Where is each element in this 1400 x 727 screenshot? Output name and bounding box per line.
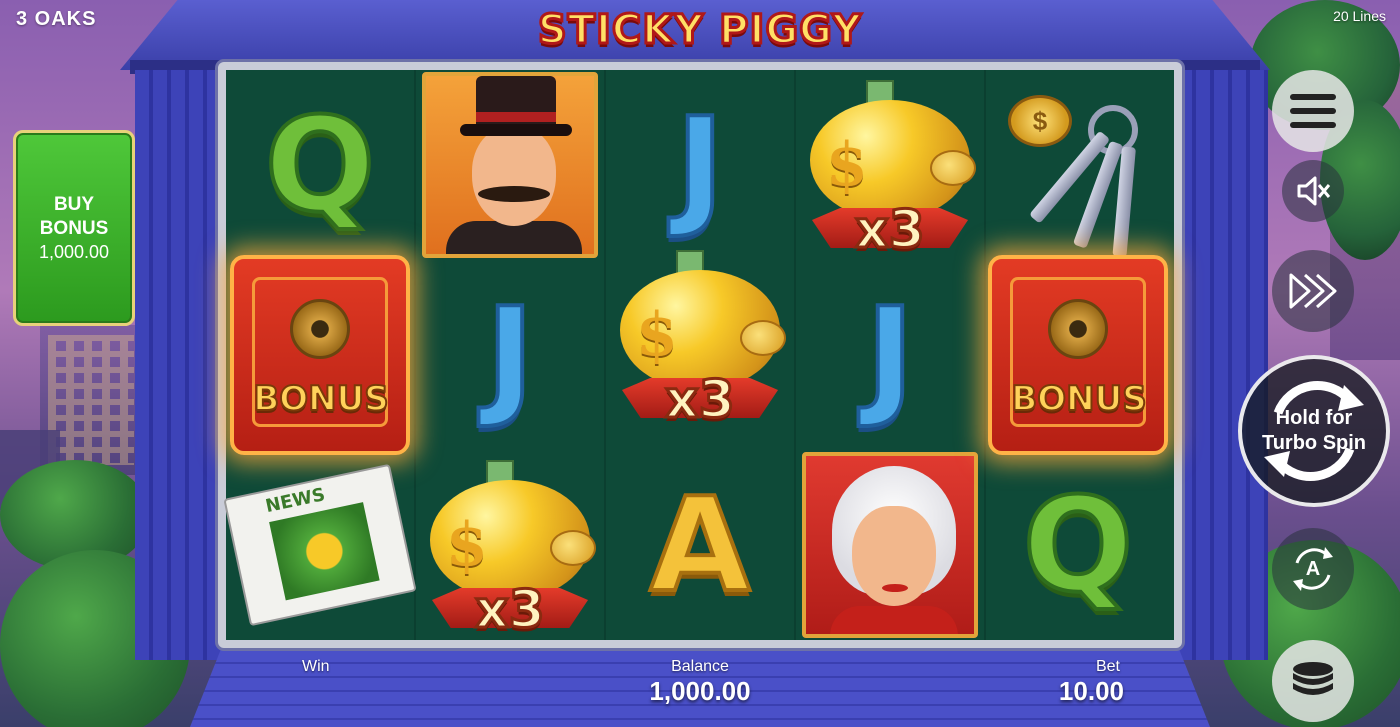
reel-3-row-2: $ x3 bbox=[606, 240, 794, 432]
reel-2-row-3: $ x3 bbox=[416, 450, 604, 642]
spin-label-line2: Turbo Spin bbox=[1261, 432, 1367, 454]
reel-1-row-2: BONUS bbox=[226, 255, 414, 455]
symbol-bonus-safe: BONUS bbox=[988, 255, 1168, 455]
reel-frame: Q BONUS NEWS J $ x3 J $ x3 A $ x3 J $ BO… bbox=[218, 62, 1182, 648]
buy-bonus-line2: BONUS bbox=[39, 217, 109, 239]
balance-label: Balance bbox=[671, 658, 729, 675]
safe-dial-icon bbox=[1048, 299, 1108, 359]
building-windows bbox=[48, 335, 134, 465]
symbol-j: J bbox=[674, 89, 726, 241]
bank-column-left bbox=[135, 70, 225, 660]
piggy-dollar-sign: $ bbox=[826, 130, 868, 200]
symbol-a: A bbox=[648, 469, 753, 621]
multiplier-badge: x3 bbox=[474, 579, 547, 642]
reel-4-row-2: J bbox=[796, 260, 984, 450]
symbol-q: Q bbox=[263, 89, 377, 241]
game-logo: STICKY PIGGY bbox=[536, 6, 863, 55]
symbol-lady-portrait bbox=[802, 452, 978, 638]
symbol-golden-piggy: $ x3 bbox=[610, 240, 790, 432]
bet-label: Bet bbox=[1095, 658, 1120, 675]
turbo-button[interactable] bbox=[1272, 250, 1354, 332]
symbol-j: J bbox=[484, 279, 536, 431]
reel-1-row-3: NEWS bbox=[223, 450, 417, 640]
spin-button[interactable]: Hold for Turbo Spin bbox=[1238, 355, 1390, 507]
symbol-golden-piggy: $ x3 bbox=[800, 70, 980, 262]
reel-5-row-2: BONUS bbox=[984, 255, 1172, 455]
reel-3-row-1: J bbox=[606, 70, 794, 260]
bet-value: 10.00 bbox=[1058, 676, 1124, 706]
reel-2-row-2: J bbox=[416, 260, 604, 450]
multiplier-badge: x3 bbox=[854, 199, 927, 262]
symbol-mobster-portrait bbox=[422, 72, 598, 258]
reel-2-row-1 bbox=[416, 70, 604, 260]
buy-bonus-button[interactable]: BUY BONUS 1,000.00 bbox=[13, 130, 135, 326]
reel-5-row-1: $ bbox=[984, 70, 1172, 260]
autoplay-letter: A bbox=[1305, 557, 1321, 580]
coin-icon: $ bbox=[1008, 95, 1072, 147]
buy-bonus-line1: BUY bbox=[53, 193, 95, 215]
lines-count: 20 Lines bbox=[1333, 8, 1386, 24]
piggy-dollar-sign: $ bbox=[446, 510, 488, 580]
symbol-keys: $ bbox=[998, 85, 1158, 258]
balance-value: 1,000.00 bbox=[649, 676, 751, 706]
coins-icon bbox=[1293, 662, 1333, 695]
symbol-bonus-safe: BONUS bbox=[230, 255, 410, 455]
bet-settings-button[interactable] bbox=[1272, 640, 1354, 722]
symbol-newspaper: NEWS bbox=[223, 463, 417, 627]
provider-brand: 3 OAKS bbox=[16, 8, 97, 30]
menu-button[interactable] bbox=[1272, 70, 1354, 152]
multiplier-badge: x3 bbox=[664, 369, 737, 432]
symbol-q: Q bbox=[1021, 469, 1135, 621]
sound-muted-icon bbox=[1297, 176, 1331, 206]
turbo-icon bbox=[1289, 273, 1337, 309]
piggy-dollar-sign: $ bbox=[636, 300, 678, 370]
win-label: Win bbox=[302, 658, 330, 675]
symbol-golden-piggy: $ x3 bbox=[420, 450, 600, 642]
safe-dial-icon bbox=[290, 299, 350, 359]
autoplay-button[interactable]: A bbox=[1272, 528, 1354, 610]
menu-icon bbox=[1290, 94, 1336, 128]
bonus-label: BONUS bbox=[252, 378, 389, 420]
buy-bonus-price: 1,000.00 bbox=[38, 242, 110, 263]
reel-4-row-1: $ x3 bbox=[796, 70, 984, 262]
reel-4-row-3 bbox=[796, 450, 984, 640]
sound-toggle-button[interactable] bbox=[1282, 160, 1344, 222]
spin-label-line1: Hold for bbox=[1275, 407, 1353, 429]
reel-3-row-3: A bbox=[606, 450, 794, 640]
bonus-label: BONUS bbox=[1010, 378, 1147, 420]
symbol-j: J bbox=[864, 279, 916, 431]
reel-area: Q BONUS NEWS J $ x3 J $ x3 A $ x3 J $ BO… bbox=[223, 70, 1174, 642]
reel-1-row-1: Q bbox=[226, 70, 414, 260]
reel-5-row-3: Q bbox=[984, 450, 1172, 640]
